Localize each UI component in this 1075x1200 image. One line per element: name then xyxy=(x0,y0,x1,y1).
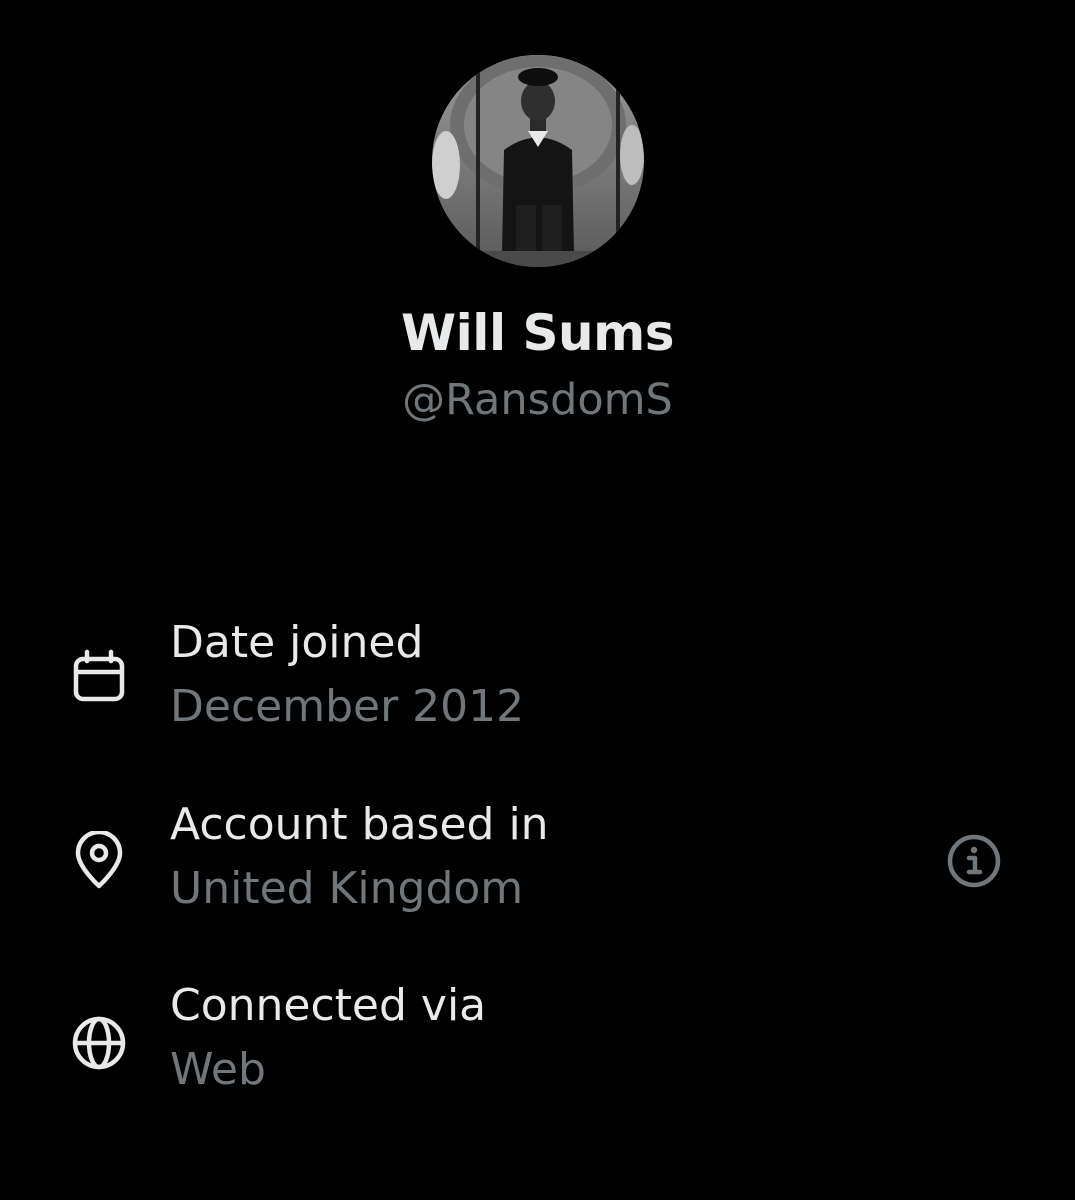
display-name: Will Sums xyxy=(401,304,674,362)
profile-avatar[interactable] xyxy=(432,55,644,267)
account-based-in-label: Account based in xyxy=(170,799,549,850)
account-based-in-value: United Kingdom xyxy=(170,863,524,914)
detail-row-account-based-in: Account based in United Kingdom xyxy=(0,799,1075,929)
connected-via-value: Web xyxy=(170,1044,266,1095)
connected-via-label: Connected via xyxy=(170,980,487,1031)
detail-row-connected-via: Connected via Web xyxy=(0,980,1075,1110)
globe-icon xyxy=(70,1014,128,1072)
location-pin-icon xyxy=(70,829,128,889)
detail-row-date-joined: Date joined December 2012 xyxy=(0,617,1075,747)
user-handle: @RansdomS xyxy=(402,375,673,425)
calendar-icon xyxy=(70,647,128,705)
date-joined-label: Date joined xyxy=(170,617,424,668)
date-joined-value: December 2012 xyxy=(170,681,525,732)
info-icon[interactable] xyxy=(946,833,1002,889)
